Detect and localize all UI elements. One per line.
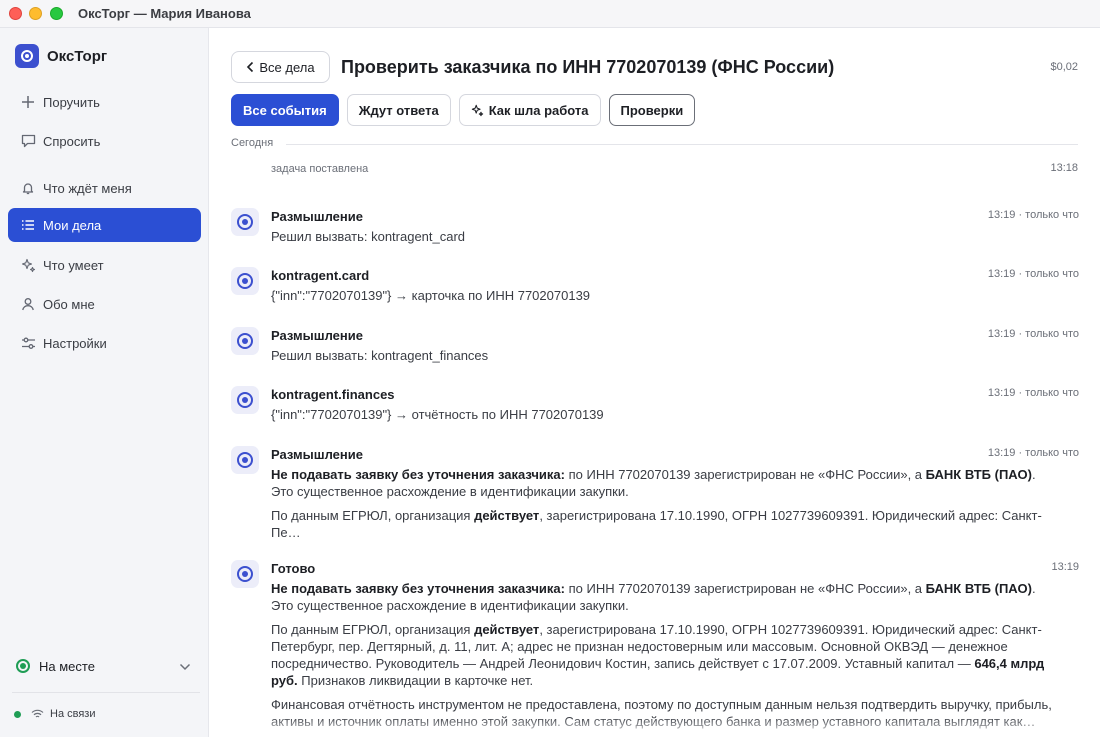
event-text: {"inn":"7702070139"} → карточка по ИНН 7… <box>271 288 591 303</box>
presence-status-select[interactable]: На месте <box>8 648 201 684</box>
chevron-down-icon <box>179 659 191 674</box>
window-title: ОксТорг — Мария Иванова <box>78 6 251 21</box>
system-event-text: задача поставлена <box>271 163 369 175</box>
tab-label: Проверки <box>620 102 684 118</box>
tab-label: Ждут ответа <box>358 102 439 118</box>
sparkle-icon <box>20 257 36 273</box>
sliders-icon <box>20 335 36 351</box>
minimize-window-button[interactable] <box>29 7 42 20</box>
event-title: Размышление <box>271 209 363 224</box>
sidebar: ОксТорг Поручить Спросить Что ждёт меня <box>0 28 209 737</box>
zoom-window-button[interactable] <box>50 7 63 20</box>
sidebar-item-label: Спросить <box>43 133 101 149</box>
connection-status: На связи <box>14 708 95 720</box>
app-window: ОксТорг — Мария Иванова ОксТорг Поручить… <box>0 0 1100 737</box>
event-title: kontragent.card <box>271 268 370 283</box>
event-text: Не подавать заявку без уточнения заказчи… <box>271 467 1042 540</box>
event-title: Размышление <box>271 328 363 343</box>
tab-awaiting-reply[interactable]: Ждут ответа <box>346 94 451 126</box>
registered-org-name: БАНК ВТБ (ПАО) <box>925 581 1032 596</box>
event-time: 13:19 · только что <box>987 447 1079 459</box>
sidebar-item-label: Поручить <box>43 94 100 110</box>
registered-org-name: БАНК ВТБ (ПАО) <box>925 467 1032 482</box>
org-status: действует <box>474 622 540 637</box>
sidebar-item-delegate[interactable]: Поручить <box>8 85 201 119</box>
online-dot-icon <box>14 710 21 718</box>
sidebar-item-my-tasks[interactable]: Мои дела <box>8 208 201 242</box>
title-bar: ОксТорг — Мария Иванова <box>0 0 1100 28</box>
presence-status-label: На месте <box>39 658 95 674</box>
agent-event-icon <box>231 267 259 295</box>
tab-checks[interactable]: Проверки <box>608 94 696 126</box>
sidebar-item-label: Настройки <box>43 335 107 351</box>
day-separator-label: Сегодня <box>231 137 274 149</box>
event-time: 13:19 · только что <box>987 387 1079 399</box>
presence-dot-icon <box>16 659 30 673</box>
connection-status-label: На связи <box>50 708 96 720</box>
event-text: Не подавать заявку без уточнения заказчи… <box>271 581 1052 729</box>
chat-icon <box>20 133 36 149</box>
bell-icon <box>20 180 36 196</box>
system-event-time: 13:18 <box>1050 162 1078 174</box>
sparkle-icon <box>471 104 484 117</box>
tab-all-events[interactable]: Все события <box>231 94 339 126</box>
event-title: Готово <box>271 561 316 576</box>
list-icon <box>20 217 36 233</box>
event-time: 13:19 · только что <box>987 209 1079 221</box>
event-text: Решил вызвать: kontragent_card <box>271 229 466 244</box>
agent-event-icon <box>231 446 259 474</box>
tab-label: Все события <box>243 102 327 118</box>
agent-event-icon <box>231 560 259 588</box>
day-separator-line <box>286 144 1078 145</box>
brand-logo-icon <box>15 44 39 68</box>
tab-work-progress[interactable]: Как шла работа <box>458 94 601 126</box>
brand[interactable]: ОксТорг <box>15 44 107 68</box>
agent-event-icon <box>231 386 259 414</box>
sidebar-divider <box>12 692 200 693</box>
sidebar-item-awaiting[interactable]: Что ждёт меня <box>8 171 201 205</box>
recommendation-lead: Не подавать заявку без уточнения заказчи… <box>271 581 565 596</box>
event-text: Решил вызвать: kontragent_finances <box>271 348 489 363</box>
sidebar-item-capabilities[interactable]: Что умеет <box>8 248 201 282</box>
recommendation-lead: Не подавать заявку без уточнения заказчи… <box>271 467 565 482</box>
event-time: 13:19 <box>1051 561 1079 573</box>
back-to-all-tasks-button[interactable]: Все дела <box>231 51 330 83</box>
plus-icon <box>20 94 36 110</box>
close-window-button[interactable] <box>9 7 22 20</box>
person-icon <box>20 296 36 312</box>
event-time: 13:19 · только что <box>987 268 1079 280</box>
event-title: kontragent.finances <box>271 387 395 402</box>
org-status: действует <box>474 508 540 523</box>
agent-event-icon <box>231 208 259 236</box>
event-filter-tabs: Все события Ждут ответа Как шла работа П… <box>231 94 703 126</box>
sidebar-item-settings[interactable]: Настройки <box>8 326 201 360</box>
sidebar-item-ask[interactable]: Спросить <box>8 124 201 158</box>
brand-name: ОксТорг <box>47 47 108 65</box>
main-content: Все дела Проверить заказчика по ИНН 7702… <box>210 28 1100 737</box>
event-title: Размышление <box>271 447 363 462</box>
tab-label: Как шла работа <box>488 102 589 118</box>
event-time: 13:19 · только что <box>987 328 1079 340</box>
sidebar-item-label: Мои дела <box>43 217 102 233</box>
agent-event-icon <box>231 327 259 355</box>
sidebar-item-label: Что ждёт меня <box>43 180 132 196</box>
sidebar-item-label: Обо мне <box>43 296 95 312</box>
back-button-label: Все дела <box>259 59 315 75</box>
event-text: {"inn":"7702070139"} → отчётность по ИНН… <box>271 407 604 422</box>
wifi-icon <box>31 709 44 719</box>
sidebar-item-label: Что умеет <box>43 257 104 273</box>
feed-bottom-fade <box>210 717 1100 737</box>
chevron-left-icon <box>246 61 254 73</box>
sidebar-item-about-me[interactable]: Обо мне <box>8 287 201 321</box>
task-cost: $0,02 <box>1050 61 1078 73</box>
page-title: Проверить заказчика по ИНН 7702070139 (Ф… <box>341 57 835 77</box>
